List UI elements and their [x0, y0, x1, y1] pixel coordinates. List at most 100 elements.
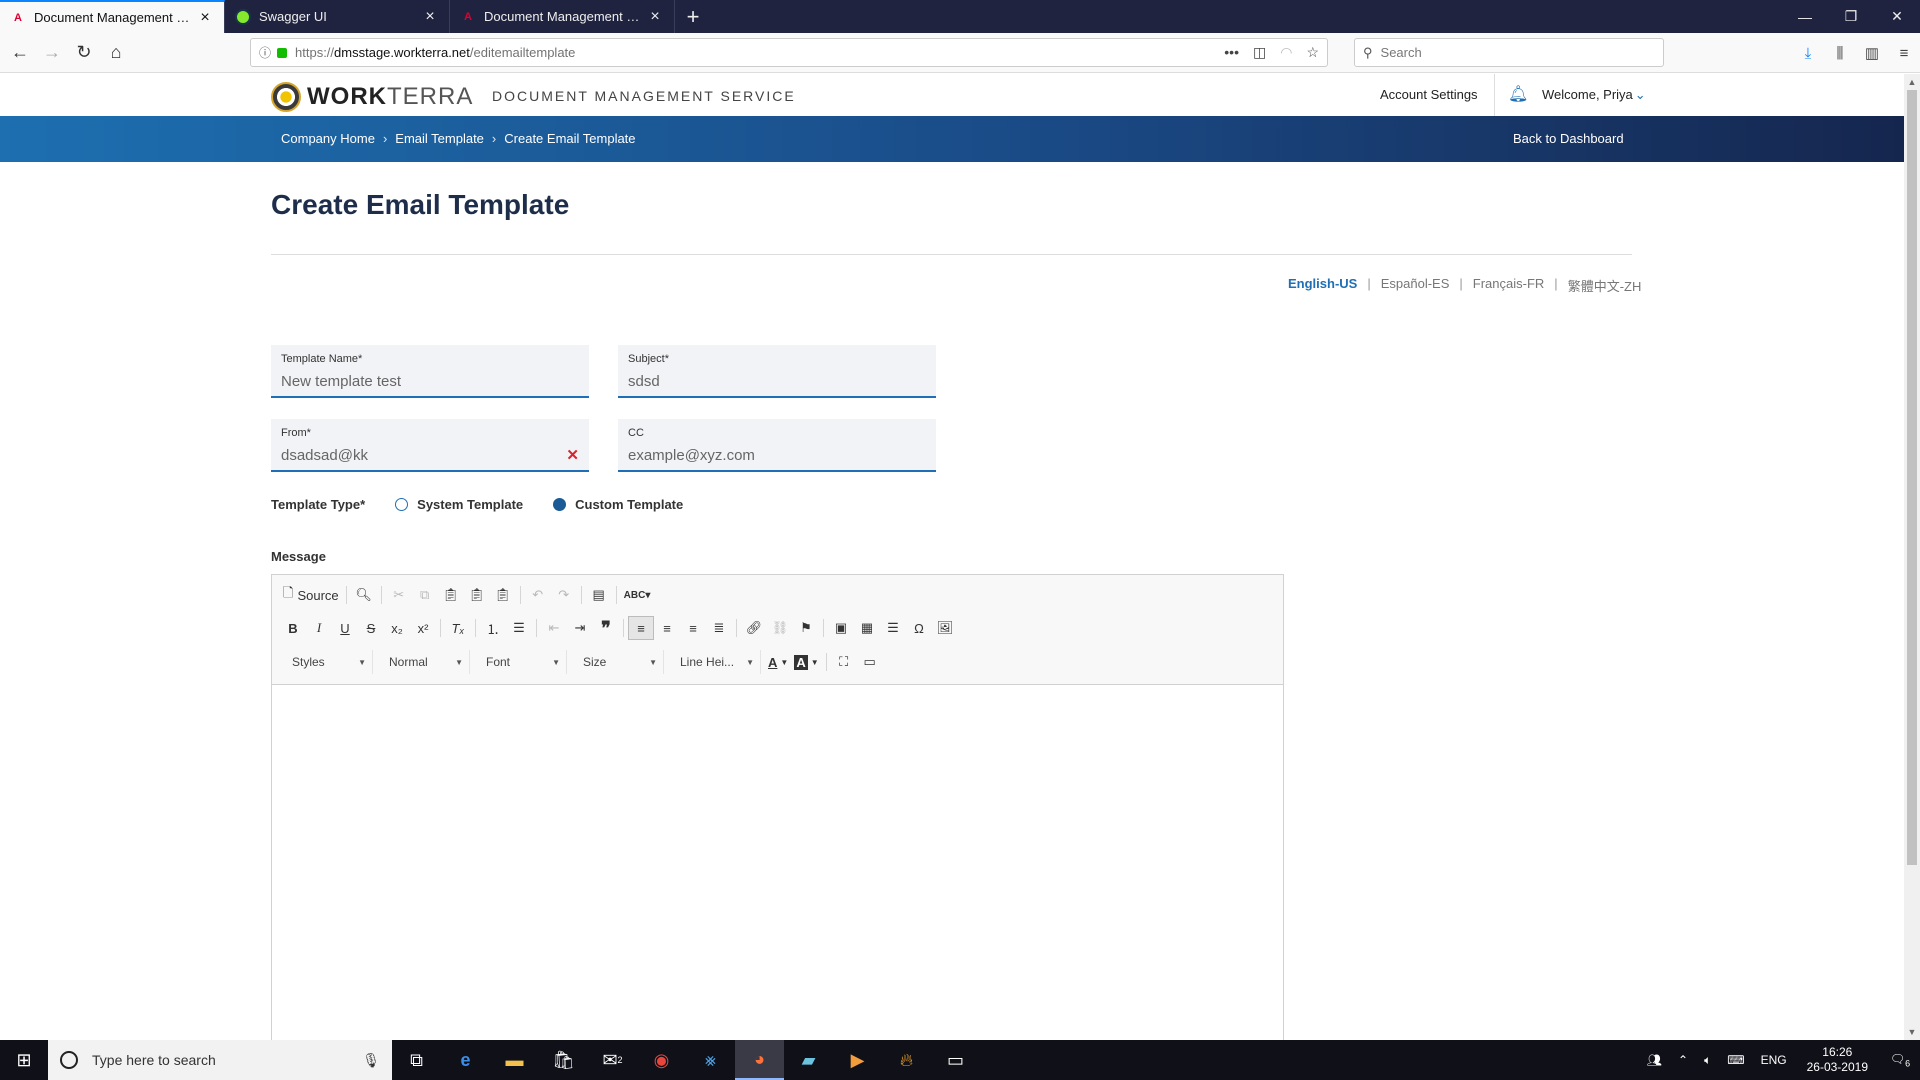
system-template-label[interactable]: System Template	[417, 497, 523, 512]
reload-icon[interactable]: ↻	[68, 37, 100, 69]
download-icon[interactable]: ⤓	[1792, 45, 1824, 62]
select-all-icon[interactable]: ▤	[586, 583, 612, 607]
background-color-icon[interactable]: A ▼	[791, 650, 821, 674]
home-icon[interactable]: ⌂	[100, 37, 132, 69]
subject-input[interactable]	[628, 373, 908, 390]
mail-icon[interactable]: ✉ 2	[588, 1040, 637, 1080]
keyboard-icon[interactable]: ⌨	[1719, 1053, 1752, 1067]
cc-input[interactable]	[628, 447, 908, 464]
bookmark-star-icon[interactable]: ☆	[1306, 44, 1319, 61]
breadcrumb-email-template[interactable]: Email Template	[395, 131, 484, 146]
redo-icon[interactable]: ↷	[551, 583, 577, 607]
maximize-icon[interactable]: ⛶	[831, 650, 857, 674]
template-name-field[interactable]: Template Name*	[271, 345, 589, 398]
notepad-icon[interactable]: ▰	[784, 1040, 833, 1080]
editor-content-area[interactable]	[272, 685, 1283, 1040]
paste-text-icon[interactable]: 📋︎	[464, 583, 490, 607]
preview-icon[interactable]: 🔍︎	[351, 583, 377, 607]
line-height-dropdown[interactable]: Line Hei... ▼	[668, 650, 761, 674]
paste-word-icon[interactable]: 📋︎	[490, 583, 516, 607]
taskbar-search[interactable]: Type here to search 🎙︎	[48, 1040, 392, 1080]
close-window-icon[interactable]: ✕	[1874, 0, 1920, 33]
sidebar-icon[interactable]: ▥	[1856, 44, 1888, 62]
edge-icon[interactable]: e	[441, 1040, 490, 1080]
file-explorer-icon[interactable]: ▬	[490, 1040, 539, 1080]
custom-template-label[interactable]: Custom Template	[575, 497, 683, 512]
flash-icon[interactable]: ▣	[828, 616, 854, 640]
link-icon[interactable]: 🔗︎	[741, 616, 767, 640]
special-char-icon[interactable]: Ω	[906, 616, 932, 640]
underline-icon[interactable]: U	[332, 616, 358, 640]
styles-dropdown[interactable]: Styles ▼	[280, 650, 373, 674]
table-icon[interactable]: ▦	[854, 616, 880, 640]
horizontal-line-icon[interactable]: ☰	[880, 616, 906, 640]
subscript-icon[interactable]: x₂	[384, 616, 410, 640]
close-icon[interactable]: ×	[196, 9, 214, 27]
from-field[interactable]: From* ✕	[271, 419, 589, 472]
media-player-icon[interactable]: ▶	[833, 1040, 882, 1080]
close-icon[interactable]: ×	[421, 8, 439, 26]
browser-search-box[interactable]: ⚲ Search	[1354, 38, 1664, 67]
bulleted-list-icon[interactable]: ☰	[506, 616, 532, 640]
justify-icon[interactable]: ≣	[706, 616, 732, 640]
indent-icon[interactable]: ⇥	[567, 616, 593, 640]
cc-field[interactable]: CC	[618, 419, 936, 472]
notifications-icon[interactable]: 🗨︎6	[1880, 1052, 1920, 1068]
volume-icon[interactable]: 🔈︎	[1696, 1053, 1719, 1068]
firefox-icon[interactable]: ◕	[735, 1040, 784, 1080]
url-bar[interactable]: ⓘ https://dmsstage.workterra.net/editema…	[250, 38, 1328, 67]
scroll-up-icon[interactable]: ▲	[1904, 74, 1920, 90]
image-icon[interactable]: 🖼︎	[932, 616, 958, 640]
forward-icon[interactable]: →	[36, 37, 68, 69]
from-input[interactable]	[281, 447, 561, 464]
subject-field[interactable]: Subject*	[618, 345, 936, 398]
welcome-menu[interactable]: Welcome, Priya ⌄	[1542, 87, 1646, 103]
paste-icon[interactable]: 📋︎	[438, 583, 464, 607]
lang-espanol-es[interactable]: Español-ES	[1381, 276, 1450, 295]
store-icon[interactable]: 🛍︎	[539, 1040, 588, 1080]
align-center-icon[interactable]: ≡	[654, 616, 680, 640]
chrome-icon[interactable]: ◉	[637, 1040, 686, 1080]
pocket-icon[interactable]: ◫	[1253, 44, 1266, 61]
source-button[interactable]: 🗋︎ Source	[280, 583, 342, 607]
windows-start-icon[interactable]: ⊞	[0, 1040, 48, 1080]
remove-format-icon[interactable]: Tₓ	[445, 616, 471, 640]
account-settings-link[interactable]: Account Settings	[1380, 87, 1478, 102]
lang-chinese-zh[interactable]: 繁體中文-ZH	[1568, 276, 1642, 295]
workterra-logo[interactable]: WORK TERRA	[271, 82, 473, 112]
scrollbar-thumb[interactable]	[1907, 90, 1917, 865]
bold-icon[interactable]: B	[280, 616, 306, 640]
terminal-icon[interactable]: ▭	[931, 1040, 980, 1080]
input-language[interactable]: ENG	[1753, 1053, 1795, 1067]
tray-chevron-up-icon[interactable]: ⌃	[1670, 1053, 1696, 1067]
text-color-icon[interactable]: A ▼	[765, 650, 791, 674]
lang-english-us[interactable]: English-US	[1288, 276, 1357, 295]
error-close-icon[interactable]: ✕	[566, 446, 579, 464]
browser-tab-2[interactable]: Swagger UI ×	[225, 0, 450, 33]
menu-icon[interactable]: ≡	[1888, 45, 1920, 62]
scroll-down-icon[interactable]: ▼	[1904, 1024, 1920, 1040]
browser-tab-1[interactable]: A Document Management Servic ×	[0, 0, 225, 33]
superscript-icon[interactable]: x²	[410, 616, 436, 640]
size-dropdown[interactable]: Size ▼	[571, 650, 664, 674]
copy-icon[interactable]: ⧉	[412, 583, 438, 607]
restore-icon[interactable]: ❐	[1828, 0, 1874, 33]
back-icon[interactable]: ←	[4, 37, 36, 69]
bell-icon[interactable]: 🔔︎	[1508, 84, 1528, 104]
info-icon[interactable]: ⓘ	[259, 44, 271, 61]
format-dropdown[interactable]: Normal ▼	[377, 650, 470, 674]
outdent-icon[interactable]: ⇤	[541, 616, 567, 640]
app-flame-icon[interactable]: 🔥︎	[882, 1040, 931, 1080]
custom-template-radio[interactable]	[553, 498, 567, 511]
microphone-icon[interactable]: 🎙︎	[362, 1052, 380, 1069]
new-tab-button[interactable]: +	[675, 0, 711, 33]
lang-francais-fr[interactable]: Français-FR	[1473, 276, 1545, 295]
close-icon[interactable]: ×	[646, 8, 664, 26]
page-scrollbar[interactable]: ▲ ▼	[1904, 74, 1920, 1040]
cut-icon[interactable]: ✂	[386, 583, 412, 607]
people-icon[interactable]: 👥︎	[1639, 1053, 1670, 1067]
anchor-flag-icon[interactable]: ⚑	[793, 616, 819, 640]
strikethrough-icon[interactable]: S	[358, 616, 384, 640]
visual-studio-code-icon[interactable]: ⨳	[686, 1040, 735, 1080]
breadcrumb-company-home[interactable]: Company Home	[281, 131, 375, 146]
